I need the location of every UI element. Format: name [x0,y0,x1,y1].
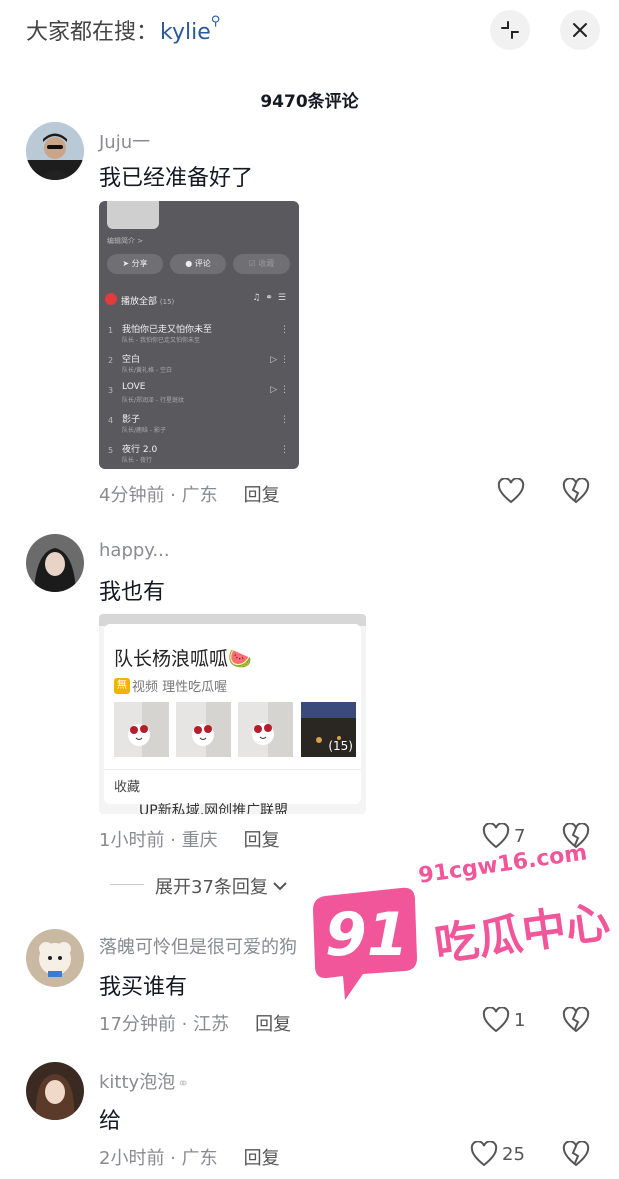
reply-button[interactable]: 回复 [255,1014,291,1035]
song-row: 2 空白 队长/黄礼格 - 空白 ▷ ⋮ [108,355,289,374]
avatar-image [26,929,84,987]
song-row: 3 LOVE 队长/郑润泽 - 行星斑纹 ▷ ⋮ [108,382,289,404]
search-prefix: 大家都在搜： [26,20,159,45]
thumbnail [176,702,231,757]
avatar-image [26,534,84,592]
thumbnail [114,702,169,757]
share-pill: ➤ 分享 [107,254,163,274]
comment-text: 我已经准备好了 [99,166,254,191]
dislike-button[interactable] [562,477,590,506]
comment-text: 我买谁有 [99,975,188,1000]
avatar[interactable] [26,929,84,987]
heart-icon [470,1141,498,1167]
username[interactable]: Juju一 [99,128,150,154]
comment-text: 我也有 [99,580,166,605]
dislike-button[interactable] [562,1006,590,1035]
thumbnail: (15) [301,702,356,757]
collapse-button[interactable] [490,10,530,50]
search-keyword[interactable]: kylie [160,20,211,45]
collapse-icon [501,21,519,39]
comments-count: 9470条评论 [260,92,359,112]
play-all-icon [105,293,117,305]
username[interactable]: happy... [99,540,170,561]
comment-meta: 2小时前 · 广东 回复 [99,1148,280,1169]
badge-icon: ⚭ [177,1076,189,1092]
like-button[interactable]: 25 [470,1141,525,1167]
comment-image-collection[interactable]: 队长杨浪呱呱🍉 無视频 理性吃瓜喔 (15) 收藏 UP新私域,网创推广联盟 [99,614,366,814]
like-button[interactable] [497,478,525,504]
search-suggestion[interactable]: 大家都在搜：kylie⚲ [26,14,220,46]
close-icon [573,23,587,37]
profile-link: 编辑简介 > [107,237,144,245]
avatar[interactable] [26,534,84,592]
avatar[interactable] [26,1062,84,1120]
avatar-image [26,122,84,180]
expand-replies-button[interactable]: 展开37条回复 [155,873,289,899]
heart-icon [482,1007,510,1033]
comment-pill: ● 评论 [170,254,226,274]
search-suggestion-bar: 大家都在搜：kylie⚲ [0,0,619,62]
chevron-down-icon [273,882,287,891]
like-count: 1 [514,1009,526,1031]
username[interactable]: 落魄可怜但是很可爱的狗 [99,933,297,959]
comments-page: 大家都在搜：kylie⚲ 9470条评论 Juju一 我已经准备好了 编辑简介 … [0,0,619,1179]
thumbnail [238,702,293,757]
list-tools-icons: ♫⚭☰ [252,293,291,303]
collection-title: 队长杨浪呱呱🍉 [114,648,252,670]
cover-image [107,201,159,229]
watermark-number: 91 [325,900,409,970]
comment-meta: 17分钟前 · 江苏 回复 [99,1014,292,1035]
broken-heart-icon [562,1006,590,1033]
like-count: 7 [514,825,526,847]
comment-meta: 4分钟前 · 广东 回复 [99,485,280,506]
broken-heart-icon [562,1140,590,1167]
reply-button[interactable]: 回复 [244,830,280,851]
song-row: 1 我怕你已走又怕你未至 队长 - 我怕你已走又怕你未至 ⋮ [108,325,289,344]
avatar[interactable] [26,122,84,180]
username[interactable]: kitty泡泡 ⚭ [99,1068,189,1094]
like-button[interactable]: 1 [482,1007,525,1033]
heart-icon [482,823,510,849]
dislike-button[interactable] [562,1140,590,1169]
like-count: 25 [502,1143,525,1165]
reply-button[interactable]: 回复 [244,1148,280,1169]
collect-pill: ☑ 收藏 [233,254,290,274]
like-button[interactable]: 7 [482,823,525,849]
comment-image-playlist[interactable]: 编辑简介 > ➤ 分享 ● 评论 ☑ 收藏 播放全部 (15) ♫⚭☰ 1 我怕你… [99,201,299,469]
cut-off-text: UP新私域,网创推广联盟 [139,803,289,814]
heart-icon [497,478,525,504]
avatar-image [26,1062,84,1120]
collection-card: 队长杨浪呱呱🍉 無视频 理性吃瓜喔 (15) 收藏 [104,624,361,804]
play-all-label: 播放全部 (15) [121,297,175,307]
thumbnail-count: (15) [328,739,353,753]
collect-label: 收藏 [114,780,141,795]
comment-text: 给 [99,1109,122,1134]
tag-badge: 無 [114,677,130,694]
collection-subtitle: 無视频 理性吃瓜喔 [114,676,227,695]
reply-button[interactable]: 回复 [244,485,280,506]
search-icon: ⚲ [210,14,221,29]
close-button[interactable] [560,10,600,50]
song-row: 4 影子 队长/鹿晗 - 影子 ⋮ [108,415,289,434]
song-row: 5 夜行 2.0 队长 - 夜行 ⋮ [108,445,289,464]
watermark-logo: 91 91cgw16.com 吃瓜中心 [305,840,613,1010]
expand-divider [110,884,144,885]
comment-meta: 1小时前 · 重庆 回复 [99,830,280,851]
broken-heart-icon [562,477,590,504]
